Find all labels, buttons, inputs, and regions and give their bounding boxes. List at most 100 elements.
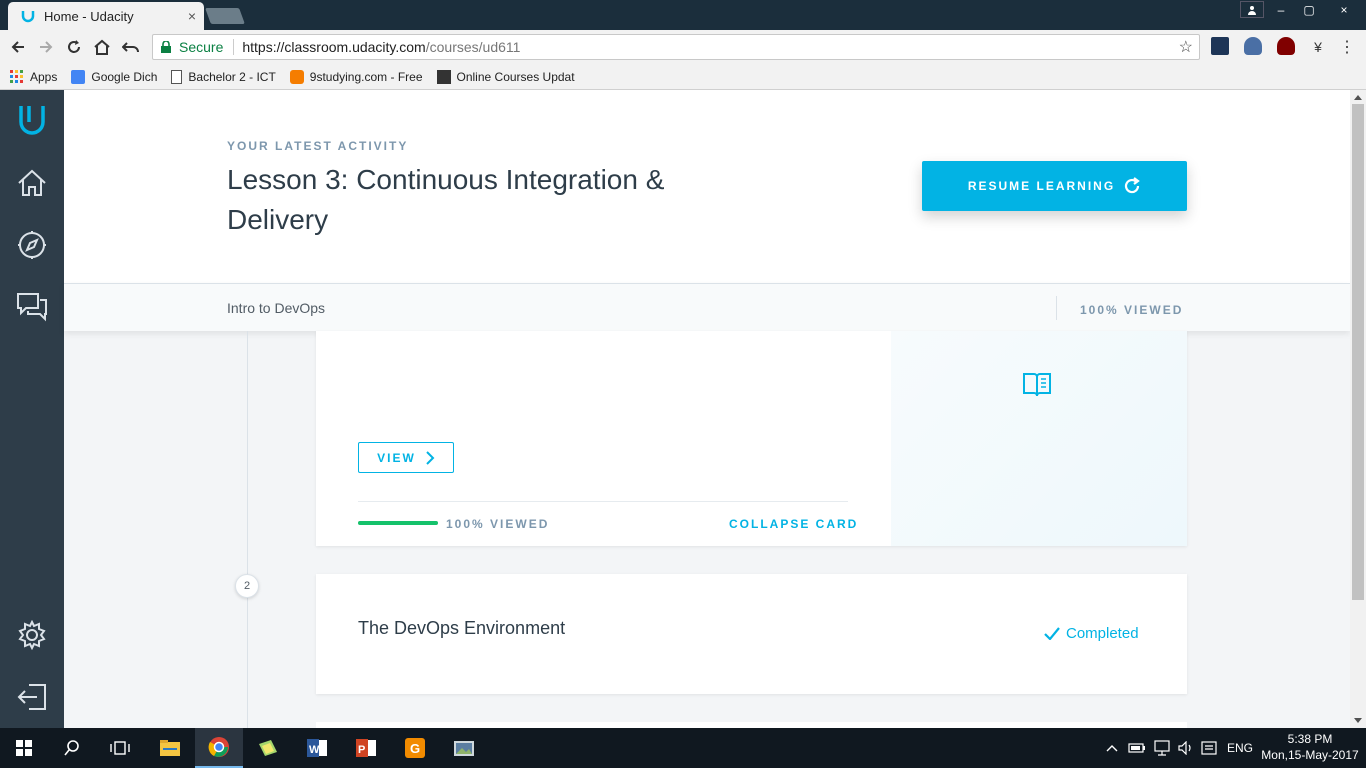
lesson-card-expanded: VIEW 100% VIEWED COLLAPSE CARD: [316, 331, 1187, 546]
volume-icon[interactable]: [1178, 728, 1194, 768]
browser-tab[interactable]: Home - Udacity ×: [8, 2, 204, 30]
chevron-right-icon: [426, 450, 435, 465]
bookmark-star-icon[interactable]: ☆: [1179, 37, 1193, 57]
latest-activity-header: YOUR LATEST ACTIVITY Lesson 3: Continuou…: [64, 90, 1350, 283]
file-explorer-icon[interactable]: [146, 728, 194, 768]
url-path: /courses/ud611: [425, 39, 521, 55]
svg-text:W: W: [309, 744, 320, 756]
bookmark-label: Online Courses Updat: [456, 69, 575, 84]
progress-label: 100% VIEWED: [446, 517, 550, 531]
card-aside: [891, 331, 1187, 546]
compass-icon[interactable]: [14, 227, 50, 263]
settings-icon[interactable]: [14, 617, 50, 653]
book-icon: [1023, 373, 1051, 397]
network-icon[interactable]: [1153, 728, 1171, 768]
ublock-icon[interactable]: [1277, 37, 1295, 55]
back-arrow-icon[interactable]: [7, 36, 29, 58]
completed-label: Completed: [1066, 625, 1139, 642]
view-button[interactable]: VIEW: [358, 442, 454, 473]
completed-status: Completed: [1044, 625, 1139, 642]
resume-learning-label: RESUME LEARNING: [967, 179, 1116, 193]
checkmark-icon: [1044, 627, 1060, 640]
notifications-icon[interactable]: [1201, 728, 1217, 768]
bookmark-apps[interactable]: Apps: [10, 69, 58, 84]
sidebar: [0, 90, 64, 728]
address-bar[interactable]: Secure https://classroom.udacity.com/cou…: [152, 34, 1200, 60]
browser-toolbar: Secure https://classroom.udacity.com/cou…: [0, 30, 1366, 64]
reload-icon[interactable]: [63, 36, 85, 58]
apps-grid-icon: [10, 69, 23, 83]
svg-text:G: G: [410, 741, 420, 756]
battery-icon[interactable]: [1128, 728, 1146, 768]
photo-viewer-icon[interactable]: [440, 728, 488, 768]
tray-expand-icon[interactable]: [1106, 728, 1118, 768]
windows-taskbar: W P G ENG 5:38 PM Mon,15-May-2017: [0, 728, 1366, 768]
browser-titlebar: Home - Udacity × – ▢ ×: [0, 0, 1366, 30]
page-icon: [171, 69, 183, 84]
lesson-card[interactable]: The DevOps Environment Completed: [316, 574, 1187, 694]
word-icon[interactable]: W: [293, 728, 341, 768]
undo-icon[interactable]: [120, 36, 142, 58]
course-viewed-percent: 100% VIEWED: [1080, 303, 1184, 317]
page-content: YOUR LATEST ACTIVITY Lesson 3: Continuou…: [0, 90, 1366, 728]
resume-learning-button[interactable]: RESUME LEARNING: [922, 161, 1187, 211]
forward-arrow-icon[interactable]: [35, 36, 57, 58]
udacity-favicon-icon: [21, 11, 35, 23]
scroll-down-arrow-icon[interactable]: [1354, 718, 1362, 723]
bookmark-online-courses[interactable]: Online Courses Updat: [436, 69, 575, 84]
clock-time: 5:38 PM: [1287, 732, 1333, 746]
foxit-reader-icon[interactable]: G: [391, 728, 439, 768]
powerpoint-icon[interactable]: P: [342, 728, 390, 768]
extension-chevron-icon[interactable]: ¥: [1307, 36, 1329, 58]
google-translate-icon: [71, 69, 86, 84]
maximize-button[interactable]: ▢: [1296, 0, 1322, 20]
lesson-card-title[interactable]: The DevOps Environment: [358, 618, 565, 639]
close-window-button[interactable]: ×: [1324, 0, 1364, 20]
new-tab-button[interactable]: [205, 8, 245, 24]
windows-start-icon[interactable]: [0, 728, 48, 768]
lock-icon: [161, 41, 171, 53]
lesson-title: Lesson 3: Continuous Integration & Deliv…: [227, 164, 665, 235]
task-view-icon[interactable]: [96, 728, 144, 768]
menu-dots-icon[interactable]: ⋮: [1336, 36, 1358, 58]
extension-j-icon[interactable]: [1211, 37, 1229, 55]
language-indicator[interactable]: ENG: [1227, 728, 1253, 768]
bookmarks-bar: Apps Google Dich Bachelor 2 - ICT 9study…: [0, 64, 1366, 90]
clock-date: Mon,15-May-2017: [1261, 748, 1359, 762]
bookmark-9studying[interactable]: 9studying.com - Free: [289, 69, 423, 84]
profile-icon[interactable]: [1240, 1, 1264, 18]
home-icon[interactable]: [14, 165, 50, 201]
step-number-badge: 2: [235, 574, 259, 598]
scroll-thumb[interactable]: [1352, 104, 1364, 600]
blogger-icon: [289, 69, 304, 84]
bookmark-label: Apps: [30, 69, 58, 84]
chat-icon[interactable]: [14, 289, 50, 325]
bookmark-label: 9studying.com - Free: [309, 69, 423, 84]
minimize-button[interactable]: –: [1268, 0, 1294, 20]
course-name[interactable]: Intro to DevOps: [227, 300, 325, 316]
progress-fill: [358, 521, 438, 525]
page-scrollbar[interactable]: [1350, 90, 1366, 728]
chrome-taskbar-icon[interactable]: [195, 728, 243, 768]
card-divider: [358, 501, 848, 502]
course-subbar: Intro to DevOps 100% VIEWED: [64, 283, 1350, 331]
notes-app-icon[interactable]: [244, 728, 292, 768]
timeline-line: [247, 331, 248, 728]
subbar-divider: [1056, 296, 1057, 320]
bookmark-label: Bachelor 2 - ICT: [188, 69, 276, 84]
secure-label: Secure: [179, 39, 224, 55]
tab-title: Home - Udacity: [44, 8, 134, 24]
bookmark-bachelor[interactable]: Bachelor 2 - ICT: [171, 69, 276, 84]
logout-icon[interactable]: [14, 679, 50, 715]
bookmark-google-dich[interactable]: Google Dich: [71, 69, 157, 84]
tab-close-icon[interactable]: ×: [188, 8, 196, 24]
home-button-icon[interactable]: [91, 36, 113, 58]
scroll-up-arrow-icon[interactable]: [1354, 95, 1362, 100]
collapse-card-button[interactable]: COLLAPSE CARD: [729, 517, 858, 531]
extension-shield-icon[interactable]: [1244, 37, 1262, 55]
udacity-logo-icon[interactable]: [14, 102, 50, 138]
refresh-icon: [1125, 177, 1141, 194]
search-icon[interactable]: [48, 728, 96, 768]
system-clock[interactable]: 5:38 PM Mon,15-May-2017: [1258, 731, 1362, 763]
address-separator: [233, 39, 235, 55]
